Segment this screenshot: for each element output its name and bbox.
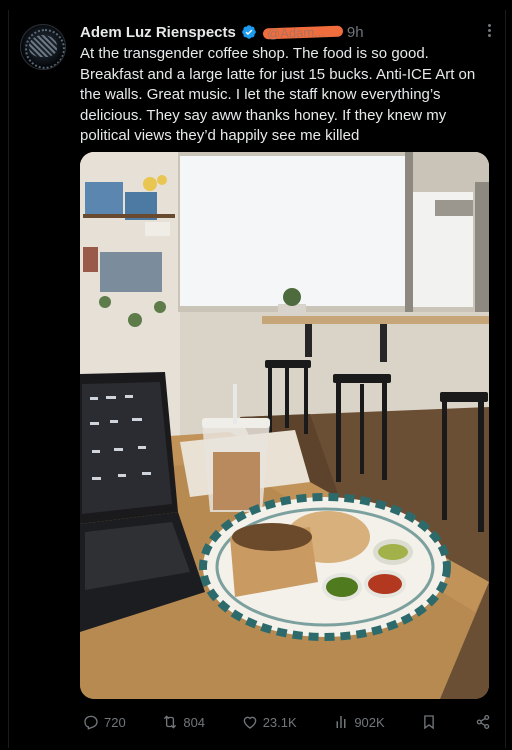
post-text: At the transgender coffee shop. The food… — [80, 45, 476, 144]
view-count: 902K — [354, 714, 385, 730]
like-button[interactable]: 23.1K — [241, 713, 297, 731]
share-button[interactable] — [474, 713, 492, 731]
repost-button[interactable]: 804 — [161, 713, 205, 731]
avatar[interactable] — [20, 24, 66, 70]
redacted-handle[interactable]: @Adam... — [262, 23, 344, 41]
like-count: 23.1K — [262, 714, 297, 730]
heart-icon — [243, 716, 256, 729]
reply-count: 720 — [104, 714, 126, 730]
repost-count: 804 — [183, 714, 206, 730]
reply-button[interactable]: 720 — [82, 713, 126, 731]
post-photo[interactable] — [80, 152, 489, 699]
post-header: Adem Luz Rienspects @Adam... 9h — [80, 22, 364, 42]
verified-badge-icon — [241, 24, 257, 40]
views-chart-icon — [336, 716, 346, 728]
share-icon — [476, 714, 490, 730]
bookmark-icon — [424, 715, 435, 730]
post-time[interactable]: 9h — [347, 24, 364, 41]
repost-icon — [164, 715, 177, 729]
author-name[interactable]: Adem Luz Rienspects — [80, 24, 236, 41]
reply-icon — [84, 715, 98, 730]
bookmark-button[interactable] — [420, 713, 438, 731]
views-button[interactable]: 902K — [332, 713, 385, 731]
avatar-image — [29, 35, 57, 57]
cafe-photo — [80, 152, 489, 699]
handle-text: @Adam... — [266, 23, 326, 41]
app-frame: Adem Luz Rienspects @Adam... 9h At the t… — [0, 0, 512, 750]
more-options-icon[interactable] — [480, 22, 498, 40]
action-bar: 720 804 23.1K 902K — [82, 708, 492, 736]
